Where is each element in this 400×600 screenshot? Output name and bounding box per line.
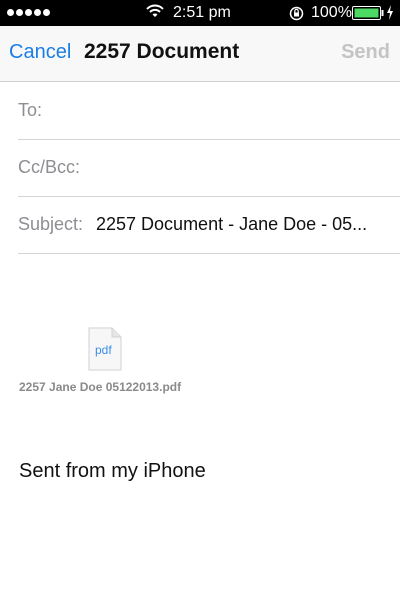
wifi-icon bbox=[146, 4, 164, 23]
battery-icon bbox=[352, 6, 384, 25]
ccbcc-label: Cc/Bcc: bbox=[18, 157, 81, 177]
to-input[interactable] bbox=[50, 96, 390, 124]
page-title: 2257 Document bbox=[84, 40, 240, 63]
subject-label: Subject: bbox=[18, 214, 84, 234]
signal-strength-icon bbox=[7, 9, 52, 17]
send-button[interactable]: Send bbox=[341, 41, 390, 64]
to-label: To: bbox=[18, 100, 43, 120]
orientation-lock-icon bbox=[289, 6, 304, 26]
attachment-filename: 2257 Jane Doe 05122013.pdf bbox=[19, 380, 182, 394]
subject-field[interactable]: Subject: 2257 Document - Jane Doe - 05..… bbox=[18, 196, 400, 254]
cancel-button[interactable]: Cancel bbox=[9, 41, 71, 64]
subject-input[interactable]: 2257 Document - Jane Doe - 05... bbox=[96, 214, 367, 235]
status-bar: 2:51 pm 100% bbox=[0, 0, 400, 26]
email-signature[interactable]: Sent from my iPhone bbox=[19, 460, 206, 483]
status-time: 2:51 pm bbox=[173, 4, 231, 21]
mail-compose-screen: 2:51 pm 100% Cancel 2257 Document Send T… bbox=[0, 0, 400, 600]
pdf-attachment[interactable]: pdf 2257 Jane Doe 05122013.pdf bbox=[18, 327, 218, 397]
pdf-icon-label: pdf bbox=[95, 343, 112, 357]
ccbcc-input[interactable] bbox=[90, 153, 390, 181]
to-field: To: bbox=[18, 82, 400, 140]
charging-icon bbox=[386, 5, 394, 25]
nav-bar: Cancel 2257 Document Send bbox=[0, 26, 400, 82]
battery-percentage: 100% bbox=[311, 4, 352, 21]
ccbcc-field: Cc/Bcc: bbox=[18, 139, 400, 197]
